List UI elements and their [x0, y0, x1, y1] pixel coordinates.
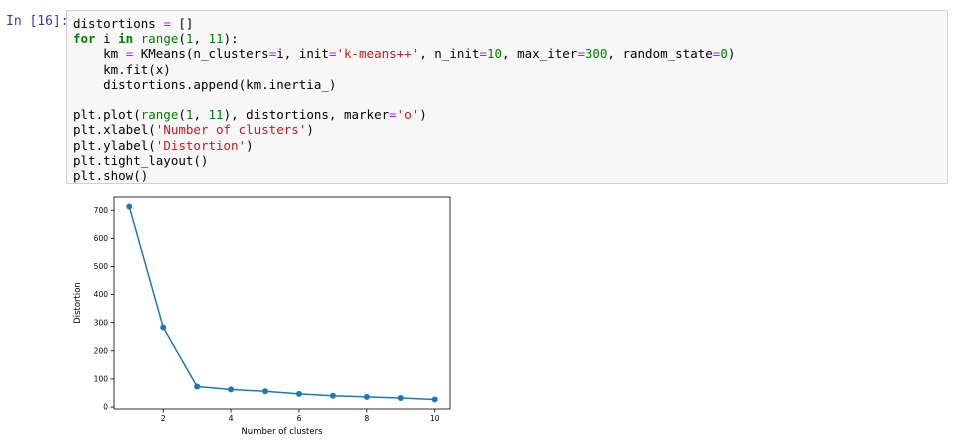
- code-token: []: [170, 16, 194, 31]
- code-token: 0: [720, 46, 728, 62]
- code-token: =: [479, 46, 487, 62]
- code-token: 11: [208, 31, 224, 47]
- code-token: , n_init: [419, 46, 480, 62]
- code-line: plt.tight_layout(): [73, 153, 208, 168]
- code-token: , max_iter: [502, 46, 578, 62]
- code-token: plt.ylabel(: [73, 137, 156, 153]
- code-line: distortions = []: [73, 16, 193, 31]
- y-tick-label: 600: [94, 234, 109, 243]
- elbow-chart: 0 100 200 300 400 500 600 700 2 4 6 8 10 Number of cl…: [73, 196, 451, 437]
- y-tick-label: 100: [94, 375, 109, 384]
- code-token: km: [73, 46, 126, 62]
- code-token: in: [118, 31, 134, 47]
- data-point: [194, 383, 201, 390]
- code-token: 'Distortion': [155, 137, 247, 153]
- y-tick-label: 700: [94, 206, 109, 215]
- data-point: [295, 390, 302, 397]
- code-token: 10: [486, 46, 503, 62]
- data-point: [160, 324, 167, 331]
- data-point: [126, 203, 133, 210]
- data-point: [228, 386, 235, 393]
- code-token: =: [389, 107, 397, 123]
- data-point: [431, 396, 438, 403]
- y-tick-label: 0: [103, 403, 108, 412]
- y-tick-label: 300: [94, 318, 109, 327]
- code-line: distortions.append(km.inertia_): [73, 77, 336, 92]
- code-token: , random_state: [607, 46, 713, 62]
- code-token: plt.plot(: [73, 107, 141, 123]
- code-token: ,: [193, 31, 209, 47]
- code-line: plt.xlabel('Number of clusters'): [73, 122, 314, 137]
- code-token: distortions.append(km.inertia_): [73, 76, 337, 92]
- code-token: i: [95, 31, 119, 47]
- code-editor[interactable]: distortions = [] for i in range(1, 11): …: [73, 16, 735, 183]
- code-token: (: [178, 31, 186, 47]
- code-token: ):: [223, 31, 239, 47]
- code-token: (: [178, 107, 186, 123]
- code-token: ): [246, 137, 254, 153]
- data-point: [262, 388, 269, 395]
- code-token: range: [140, 31, 179, 47]
- cell-output: 0 100 200 300 400 500 600 700 2 4 6 8 10 Number of cl…: [66, 190, 466, 440]
- x-tick-label: 4: [229, 414, 234, 423]
- code-line: km = KMeans(n_clusters=i, init='k-means+…: [73, 46, 735, 61]
- code-token: for: [73, 31, 96, 47]
- code-token: km.fit(x): [73, 61, 171, 77]
- data-point: [363, 393, 370, 400]
- code-line: plt.show(): [73, 168, 148, 183]
- code-line: km.fit(x): [73, 62, 171, 77]
- code-token: ), distortions, marker: [223, 107, 390, 123]
- code-token: 'Number of clusters': [155, 122, 307, 138]
- x-axis-label: Number of clusters: [241, 427, 323, 437]
- code-token: distortions: [73, 16, 164, 31]
- data-point: [329, 392, 336, 399]
- code-token: 'k-means++': [336, 46, 420, 62]
- code-token: plt.tight_layout(): [73, 152, 209, 168]
- code-token: KMeans(n_clusters: [133, 46, 269, 62]
- code-token: 11: [208, 107, 224, 123]
- plot-frame: [113, 196, 451, 410]
- x-tick-label: 2: [161, 414, 166, 423]
- code-token: plt.xlabel(: [73, 122, 156, 138]
- code-token: range: [140, 107, 179, 123]
- code-token: ): [419, 107, 427, 123]
- code-token: =: [163, 16, 171, 31]
- data-point: [397, 395, 404, 402]
- code-token: i, init: [276, 46, 329, 62]
- x-tick-label: 6: [297, 414, 302, 423]
- y-tick-label: 200: [94, 346, 109, 355]
- y-tick-label: 500: [94, 262, 109, 271]
- code-line: plt.ylabel('Distortion'): [73, 138, 254, 153]
- code-token: ,: [193, 107, 209, 123]
- code-token: ): [727, 46, 736, 62]
- x-tick-label: 8: [364, 414, 369, 423]
- code-token: plt.show(): [73, 168, 149, 184]
- code-line: for i in range(1, 11):: [73, 31, 239, 46]
- cell-prompt: In [16]:: [6, 14, 69, 29]
- y-axis-label: Distortion: [73, 282, 83, 324]
- code-token: ): [306, 122, 314, 138]
- x-tick-label: 10: [430, 414, 440, 423]
- code-line: plt.plot(range(1, 11), distortions, mark…: [73, 107, 427, 122]
- y-tick-label: 400: [94, 290, 109, 299]
- code-token: 'o': [396, 107, 420, 123]
- code-token: 300: [584, 46, 608, 62]
- code-cell-input[interactable]: distortions = [] for i in range(1, 11): …: [66, 10, 948, 184]
- code-token: =: [577, 46, 585, 62]
